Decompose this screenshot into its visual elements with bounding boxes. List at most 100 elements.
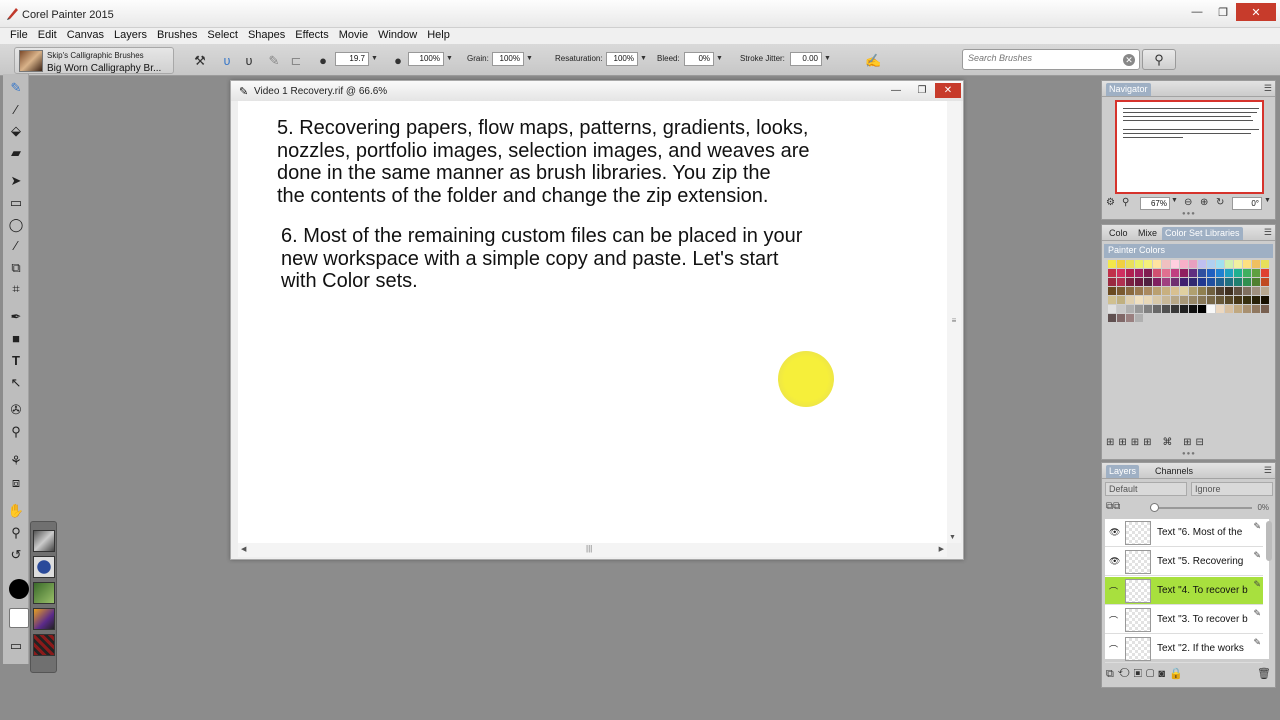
color-swatch[interactable] bbox=[1252, 278, 1260, 286]
composite-method-select[interactable]: Default bbox=[1105, 482, 1187, 496]
cloner-icon[interactable]: ✇ bbox=[6, 400, 26, 420]
color-swatch[interactable] bbox=[1162, 296, 1170, 304]
color-swatch[interactable] bbox=[1207, 278, 1215, 286]
color-swatch[interactable] bbox=[1180, 278, 1188, 286]
color-swatch[interactable] bbox=[1225, 287, 1233, 295]
new-layer-icon[interactable]: ▣ bbox=[1134, 668, 1146, 680]
layer-lock-icons[interactable]: ⧉⧉ bbox=[1106, 501, 1120, 512]
color-swatch[interactable] bbox=[1162, 260, 1170, 268]
color-swatch[interactable] bbox=[1144, 296, 1152, 304]
color-swatch[interactable] bbox=[1144, 278, 1152, 286]
weave-selector-icon[interactable] bbox=[33, 634, 55, 656]
close-icon[interactable]: ✕ bbox=[1236, 3, 1276, 21]
visibility-eye-icon[interactable]: 👁 bbox=[1109, 527, 1120, 538]
color-swatch[interactable] bbox=[1153, 296, 1161, 304]
scroll-left-icon[interactable]: ◀ bbox=[241, 545, 246, 553]
lasso-icon[interactable]: ◯ bbox=[6, 215, 26, 235]
layer-row-selected[interactable]: ⌒ Text "4. To recover b ✎ bbox=[1105, 577, 1263, 605]
color-swatch[interactable] bbox=[1261, 260, 1269, 268]
shape-selection-icon[interactable]: ↖ bbox=[6, 373, 26, 393]
zoom-field[interactable]: 67% bbox=[1140, 197, 1170, 210]
menu-brushes[interactable]: Brushes bbox=[152, 28, 202, 44]
color-swatch[interactable] bbox=[1108, 260, 1116, 268]
opacity-slider[interactable] bbox=[1150, 507, 1252, 509]
color-swatch[interactable] bbox=[1207, 260, 1215, 268]
doc-minimize-icon[interactable]: — bbox=[883, 83, 909, 98]
brush-selector[interactable]: Skip's Calligraphic Brushes Big Worn Cal… bbox=[14, 47, 174, 74]
color-swatch[interactable] bbox=[1252, 305, 1260, 313]
zoom-icon[interactable]: ⚲ bbox=[1122, 197, 1129, 208]
grabber-icon[interactable]: ✋ bbox=[6, 501, 26, 521]
scroll-right-icon[interactable]: ▶ bbox=[939, 545, 944, 553]
color-swatch[interactable] bbox=[1189, 296, 1197, 304]
magnifier-icon[interactable]: ⚲ bbox=[6, 523, 26, 543]
color-swatch[interactable] bbox=[1153, 305, 1161, 313]
color-swatch[interactable] bbox=[1108, 314, 1116, 322]
grain-dropdown-icon[interactable]: ▼ bbox=[525, 53, 534, 65]
color-swatch[interactable] bbox=[1171, 305, 1179, 313]
color-swatch[interactable] bbox=[1261, 269, 1269, 277]
doc-close-icon[interactable]: ✕ bbox=[935, 83, 961, 98]
color-swatch[interactable] bbox=[1261, 305, 1269, 313]
color-swatch[interactable] bbox=[1117, 296, 1125, 304]
tab-color[interactable]: Colo bbox=[1106, 227, 1131, 240]
color-swatch[interactable] bbox=[1198, 269, 1206, 277]
reset-brush-icon[interactable]: ⚒ bbox=[192, 53, 208, 69]
color-swatch[interactable] bbox=[1117, 314, 1125, 322]
color-swatch[interactable] bbox=[1216, 305, 1224, 313]
tab-mixer[interactable]: Mixe bbox=[1135, 227, 1160, 240]
color-swatch[interactable] bbox=[1126, 269, 1134, 277]
color-swatch[interactable] bbox=[1207, 287, 1215, 295]
color-swatch[interactable] bbox=[1207, 269, 1215, 277]
menu-movie[interactable]: Movie bbox=[334, 28, 373, 44]
resaturation-dropdown-icon[interactable]: ▼ bbox=[639, 53, 648, 65]
mirror-painting-icon[interactable]: ⧈ bbox=[6, 473, 26, 493]
brush-search-box[interactable]: ✕ bbox=[962, 49, 1140, 70]
new-group-icon[interactable]: ▢ bbox=[1146, 668, 1158, 680]
color-swatch[interactable] bbox=[1117, 260, 1125, 268]
rectangle-shape-icon[interactable]: ■ bbox=[6, 329, 26, 349]
delete-layer-icon[interactable]: 🗑 bbox=[1257, 667, 1271, 680]
lock-layer-icon[interactable]: 🔒 bbox=[1169, 668, 1187, 680]
color-swatch[interactable] bbox=[1216, 269, 1224, 277]
color-swatch[interactable] bbox=[1234, 278, 1242, 286]
opacity-dropdown-icon[interactable]: ▼ bbox=[445, 53, 454, 65]
color-swatch[interactable] bbox=[1189, 260, 1197, 268]
gradient-selector-icon[interactable] bbox=[33, 608, 55, 630]
color-swatch[interactable] bbox=[1243, 278, 1251, 286]
search-button[interactable]: ⚲ bbox=[1142, 49, 1176, 70]
color-swatch[interactable] bbox=[1225, 305, 1233, 313]
color-swatch[interactable] bbox=[1144, 287, 1152, 295]
brush-calibration-icon[interactable]: ✍ bbox=[865, 53, 881, 69]
color-swatch[interactable] bbox=[1207, 296, 1215, 304]
visibility-hidden-icon[interactable]: ⌒ bbox=[1109, 643, 1118, 656]
color-swatch[interactable] bbox=[1180, 269, 1188, 277]
visibility-eye-icon[interactable]: 👁 bbox=[1109, 556, 1120, 567]
color-swatch[interactable] bbox=[1216, 296, 1224, 304]
color-swatch[interactable] bbox=[1261, 296, 1269, 304]
color-swatch[interactable] bbox=[1162, 287, 1170, 295]
color-swatch[interactable] bbox=[1117, 305, 1125, 313]
color-swatch[interactable] bbox=[1198, 260, 1206, 268]
color-swatch[interactable] bbox=[1234, 269, 1242, 277]
color-swatch[interactable] bbox=[1126, 314, 1134, 322]
color-swatch[interactable] bbox=[1198, 296, 1206, 304]
layer-mask-icon[interactable]: ◙ bbox=[1158, 668, 1169, 680]
size-field[interactable]: 19.7 bbox=[335, 52, 369, 66]
brush-tool-icon[interactable]: ✎ bbox=[6, 78, 26, 98]
color-swatch[interactable] bbox=[1225, 278, 1233, 286]
color-swatch[interactable] bbox=[1198, 305, 1206, 313]
color-swatch[interactable] bbox=[1171, 260, 1179, 268]
color-swatch[interactable] bbox=[1252, 269, 1260, 277]
color-swatch[interactable] bbox=[1243, 296, 1251, 304]
color-swatch[interactable] bbox=[1162, 305, 1170, 313]
color-swatch[interactable] bbox=[1117, 278, 1125, 286]
visibility-hidden-icon[interactable]: ⌒ bbox=[1109, 585, 1118, 598]
rotation-field[interactable]: 0° bbox=[1232, 197, 1262, 210]
navigator-settings-icon[interactable]: ⚙ bbox=[1106, 197, 1115, 208]
color-swatch[interactable] bbox=[1171, 287, 1179, 295]
vertical-scroll-thumb[interactable]: ≡ bbox=[949, 316, 959, 326]
color-swatch[interactable] bbox=[1171, 269, 1179, 277]
color-swatch[interactable] bbox=[1234, 260, 1242, 268]
pen-tool-icon[interactable]: ✒ bbox=[6, 307, 26, 327]
